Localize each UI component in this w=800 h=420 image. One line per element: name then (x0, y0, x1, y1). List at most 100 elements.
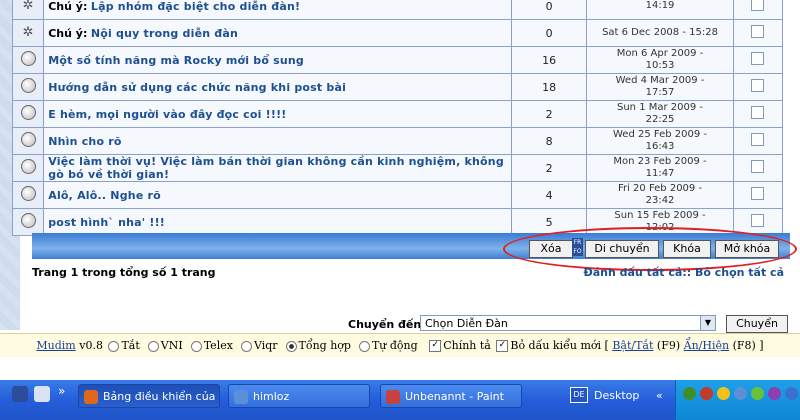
thread-row: Alô, Alô.. Nghe rõ 4 Fri 20 Feb 2009 -23:4… (11, 181, 784, 209)
system-tray (675, 380, 800, 420)
thread-icon-cell (11, 154, 45, 182)
outlook-icon[interactable] (34, 386, 50, 402)
mudim-link[interactable]: Mudim (36, 339, 75, 352)
pagination-text: Trang 1 trong tổng số 1 trang (32, 266, 216, 279)
thread-title-link[interactable]: Việc làm thời vụ! Việc làm bán thời gian… (48, 155, 504, 181)
mudim-radio[interactable] (147, 340, 159, 352)
thread-row: Hướng dẫn sử dụng các chức năng khi post… (11, 73, 784, 101)
toggle-link[interactable]: Bật/Tắt (612, 339, 653, 352)
thread-title-cell: post hình` nha' !!! (43, 208, 512, 236)
thread-select-cell (732, 46, 784, 74)
forum-jump-selected: Chọn Diễn Đàn (425, 317, 508, 330)
chevron-down-icon[interactable]: ▼ (700, 316, 715, 330)
volume-icon[interactable] (734, 387, 747, 400)
thread-checkbox[interactable] (751, 79, 765, 92)
last-post-time: 14:19 (645, 0, 675, 11)
thread-select-cell (732, 19, 784, 47)
thread-checkbox[interactable] (751, 52, 765, 65)
thread-checkbox[interactable] (751, 0, 765, 11)
newtone-checkbox[interactable]: ✓ (496, 340, 509, 352)
messenger-icon[interactable] (717, 387, 730, 400)
last-post-time: 11:47 (645, 168, 675, 179)
thread-row: Một số tính năng mà Rocky mới bổ sung 16 M… (11, 46, 784, 74)
show-desktop-icon[interactable] (12, 386, 28, 402)
thread-replies: 18 (510, 73, 588, 101)
mark-all-links[interactable]: Đánh dấu tất cả:: Bỏ chọn tất cả (584, 266, 784, 279)
thread-title-cell: Chú ý: Lập nhóm đặc biệt cho diễn đàn! (43, 0, 512, 20)
update-icon[interactable] (751, 387, 764, 400)
thread-last-post: Wed 4 Mar 2009 -17:57 (586, 73, 734, 101)
last-post-date: Wed 4 Mar 2009 - (615, 75, 705, 86)
spell-checkbox[interactable]: ✓ (429, 340, 442, 352)
topic-icon (20, 132, 36, 147)
thread-checkbox[interactable] (751, 106, 765, 119)
taskbar-item[interactable]: Unbenannt - Paint (380, 384, 522, 408)
thread-checkbox[interactable] (751, 133, 765, 146)
thread-title-link[interactable]: Alô, Alô.. Nghe rõ (48, 189, 161, 202)
mudim-radio[interactable] (358, 340, 370, 352)
thread-title-link[interactable]: Hướng dẫn sử dụng các chức năng khi post… (48, 81, 346, 94)
desktop-toolbar-label[interactable]: Desktop (594, 384, 639, 408)
pinned-topic-icon: ✲ (22, 25, 34, 40)
mudim-radio[interactable] (285, 340, 297, 352)
thread-title-cell: Chú ý: Nội quy trong diễn đàn (43, 19, 512, 47)
mudim-version: v0.8 (75, 339, 103, 352)
mudim-radio[interactable] (108, 340, 120, 352)
showhide-link[interactable]: Ẩn/Hiện (684, 339, 729, 352)
taskbar-item[interactable]: himloz (228, 384, 370, 408)
last-post-date: Fri 20 Feb 2009 - (617, 183, 703, 194)
taskbar-item[interactable]: Bảng điều khiển của n... (78, 384, 220, 408)
mudim-radio[interactable] (240, 340, 252, 352)
thread-replies: 0 (510, 0, 588, 20)
thread-title-link[interactable]: Nội quy trong diễn đàn (91, 27, 238, 40)
thread-icon-cell (11, 181, 45, 209)
taskbar-item-label: himloz (253, 390, 290, 403)
thread-title-link[interactable]: Một số tính năng mà Rocky mới bổ sung (48, 54, 304, 67)
pinned-topic-icon: ✲ (22, 0, 34, 13)
quicklaunch-chevron-icon[interactable]: » (58, 384, 65, 398)
thread-title-link[interactable]: Lập nhóm đặc biệt cho diễn đàn! (91, 0, 300, 13)
topic-icon (20, 78, 36, 93)
thread-title-link[interactable]: post hình` nha' !!! (48, 216, 165, 229)
thread-select-cell (732, 154, 784, 182)
thread-title-link[interactable]: E hèm, mọi người vào đây đọc coi !!!! (48, 108, 286, 121)
last-post-time: 17:57 (645, 87, 675, 98)
thread-title-cell: E hèm, mọi người vào đây đọc coi !!!! (43, 100, 512, 128)
jump-go-button[interactable]: Chuyển (726, 315, 788, 333)
thread-checkbox[interactable] (751, 25, 765, 38)
thread-prefix: Chú ý: (48, 26, 88, 40)
toolbar-chevron-icon[interactable]: « (656, 384, 663, 408)
thread-replies: 0 (510, 19, 588, 47)
last-post-date: Sat 6 Dec 2008 - 15:28 (602, 27, 718, 38)
topic-icon (20, 105, 36, 120)
app-icon (84, 390, 98, 404)
mudim-option-label: Viqr (253, 339, 278, 352)
thread-title-cell: Hướng dẫn sử dụng các chức năng khi post… (43, 73, 512, 101)
thread-select-cell (732, 181, 784, 209)
thread-replies: 2 (510, 100, 588, 128)
thread-title-link[interactable]: Nhìn cho rõ (48, 135, 121, 148)
thread-row: Nhìn cho rõ 8 Wed 25 Feb 2009 -16:43 (11, 127, 784, 155)
thread-checkbox[interactable] (751, 187, 765, 200)
blank-area (0, 357, 800, 380)
language-indicator[interactable]: DE (570, 387, 588, 403)
forum-jump-select[interactable]: Chọn Diễn Đàn ▼ (420, 315, 716, 331)
network-icon[interactable] (683, 387, 696, 400)
mudim-radio[interactable] (190, 340, 202, 352)
showhide-key: (F8) (732, 339, 756, 352)
thread-checkbox[interactable] (751, 214, 765, 227)
thread-last-post: Sat 6 Dec 2008 - 15:28 (586, 19, 734, 47)
thread-checkbox[interactable] (751, 160, 765, 173)
last-post-date: Sun 15 Feb 2009 - (614, 210, 706, 221)
thread-icon-cell (11, 46, 45, 74)
thread-replies: 16 (510, 46, 588, 74)
mudim-option-label: Tự động (371, 339, 418, 352)
thread-last-post: Fri 20 Feb 2009 -23:42 (586, 181, 734, 209)
thread-select-cell (732, 127, 784, 155)
thread-row: ✲ Chú ý: Nội quy trong diễn đàn 0 Sat 6 Dec… (11, 19, 784, 47)
thread-last-post: Wed 25 Feb 2009 -16:43 (586, 127, 734, 155)
security-icon[interactable] (700, 387, 713, 400)
monitor-icon[interactable] (785, 387, 798, 400)
taskbar-item-label: Unbenannt - Paint (405, 390, 504, 403)
app-tray-icon[interactable] (768, 387, 781, 400)
